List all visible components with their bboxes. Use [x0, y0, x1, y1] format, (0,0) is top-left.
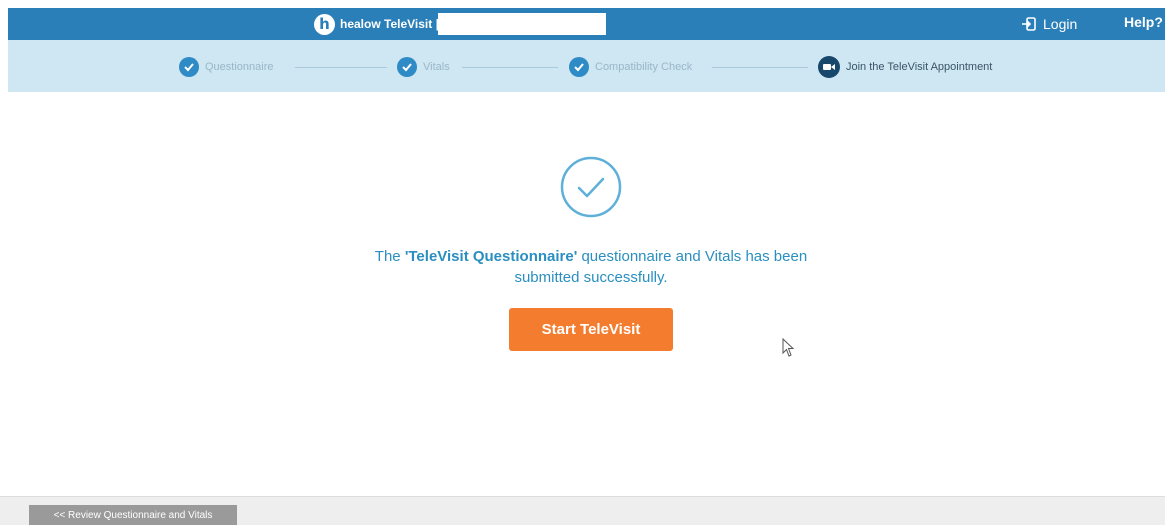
- mouse-cursor-icon: [782, 338, 795, 357]
- video-camera-icon: [818, 56, 840, 78]
- progress-steps: Questionnaire Vitals Compatibility Check: [8, 40, 1165, 92]
- healow-logo-icon: h: [314, 13, 335, 35]
- message-line-1: The 'TeleVisit Questionnaire' questionna…: [300, 246, 882, 267]
- login-link[interactable]: Login: [1021, 14, 1077, 34]
- step-compatibility-check: Compatibility Check: [569, 56, 692, 78]
- message-line-2: submitted successfully.: [514, 269, 668, 286]
- questionnaire-name: 'TeleVisit Questionnaire': [404, 248, 578, 265]
- message-rest: questionnaire and Vitals has been: [577, 248, 808, 265]
- step-label: Vitals: [423, 61, 450, 73]
- step-questionnaire: Questionnaire: [179, 56, 274, 78]
- message-prefix: The: [374, 248, 405, 265]
- submission-message: The 'TeleVisit Questionnaire' questionna…: [300, 246, 882, 288]
- check-circle-icon: [569, 57, 589, 77]
- brand-name: healow TeleVisit |: [340, 17, 439, 31]
- step-join-appointment: Join the TeleVisit Appointment: [818, 56, 992, 78]
- check-circle-icon: [397, 57, 417, 77]
- televisit-page: h healow TeleVisit | Login Help? Questio…: [0, 0, 1165, 525]
- login-label: Login: [1043, 16, 1078, 32]
- start-televisit-button[interactable]: Start TeleVisit: [509, 308, 673, 351]
- step-connector: [712, 67, 808, 68]
- step-vitals: Vitals: [397, 56, 450, 78]
- brand: h healow TeleVisit |: [314, 12, 439, 36]
- step-label: Compatibility Check: [595, 61, 693, 73]
- help-link[interactable]: Help?: [1124, 14, 1163, 30]
- success-check-icon: [560, 156, 622, 218]
- check-circle-icon: [179, 57, 199, 77]
- step-connector: [295, 67, 387, 68]
- step-label: Questionnaire: [205, 61, 274, 73]
- login-icon: [1022, 17, 1036, 31]
- step-label: Join the TeleVisit Appointment: [846, 61, 993, 73]
- top-header: h healow TeleVisit | Login Help?: [8, 8, 1165, 40]
- practice-name-field: [438, 13, 606, 35]
- review-questionnaire-button[interactable]: << Review Questionnaire and Vitals: [29, 505, 237, 525]
- footer-bar: << Review Questionnaire and Vitals: [0, 496, 1165, 525]
- step-connector: [462, 67, 558, 68]
